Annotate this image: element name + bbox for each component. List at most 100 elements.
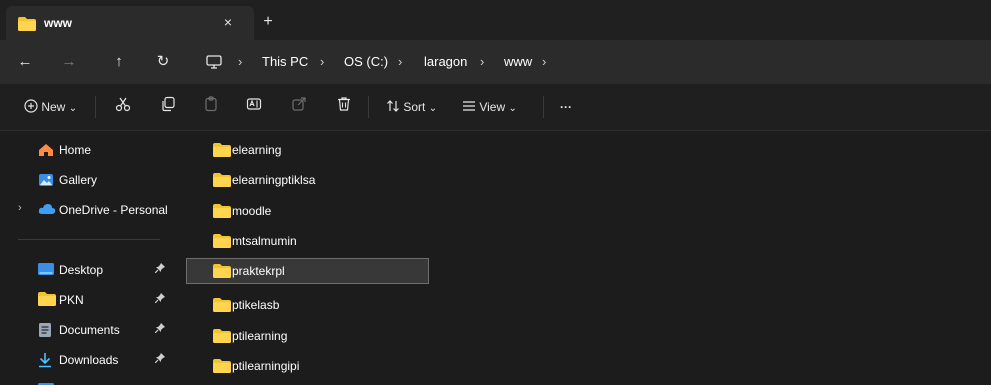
back-button[interactable]: ←: [12, 50, 38, 74]
chevron-down-icon: ⌄: [428, 103, 438, 114]
folder-icon: [213, 298, 231, 315]
folder-icon: [213, 234, 231, 251]
sidebar-item-label: Documents: [59, 323, 120, 337]
list-item[interactable]: ptilearning: [186, 323, 429, 349]
trash-icon: [338, 97, 350, 111]
list-item[interactable]: moodle: [186, 198, 429, 224]
address-bar[interactable]: › This PC › OS (C:) › laragon › www ›: [196, 46, 991, 78]
list-item[interactable]: ptikelasb: [186, 292, 429, 318]
forward-button[interactable]: →: [56, 50, 82, 74]
toolbar-divider: [95, 96, 96, 118]
breadcrumb-www[interactable]: www: [504, 54, 532, 69]
file-name: moodle: [232, 204, 272, 218]
download-icon: [38, 352, 52, 371]
sidebar-item-label: Home: [59, 143, 92, 157]
folder-icon: [18, 17, 36, 34]
more-options-button[interactable]: ···: [560, 96, 572, 118]
pin-icon[interactable]: [154, 323, 165, 336]
list-item-selected[interactable]: praktekrpl: [186, 258, 429, 284]
toolbar-divider: [543, 96, 544, 118]
navigation-pane: Home Gallery › OneDrive - Personal Deskt…: [0, 131, 175, 385]
view-list-icon: [463, 101, 475, 111]
breadcrumb-this-pc[interactable]: This PC: [262, 54, 308, 69]
tab-www[interactable]: www ×: [6, 6, 254, 40]
list-item[interactable]: elearningptiklsa: [186, 167, 429, 193]
rename-button[interactable]: [246, 96, 262, 118]
sidebar-item-label: OneDrive - Personal: [59, 203, 168, 217]
cloud-icon: [38, 202, 56, 219]
sidebar-item-label: PKN: [59, 293, 84, 307]
folder-icon: [213, 329, 231, 346]
scissors-icon: [115, 97, 131, 112]
sidebar-item-desktop[interactable]: Desktop: [0, 258, 175, 282]
sidebar-item-documents[interactable]: Documents: [0, 318, 175, 342]
chevron-down-icon: ⌄: [508, 103, 517, 114]
sidebar-divider: [18, 239, 160, 240]
list-item[interactable]: ptilearningipi: [186, 353, 429, 379]
desktop-icon: [38, 262, 54, 279]
clipboard-icon: [205, 96, 217, 112]
pin-icon[interactable]: [154, 263, 165, 276]
chevron-down-icon: ⌄: [68, 103, 78, 114]
file-name: ptilearningipi: [232, 359, 300, 373]
delete-button[interactable]: [336, 96, 352, 118]
list-item[interactable]: mtsalmumin: [186, 228, 429, 254]
file-name: ptilearning: [232, 329, 288, 343]
breadcrumb-separator: ›: [542, 54, 547, 69]
view-button[interactable]: View ⌄: [462, 96, 517, 118]
folder-icon: [213, 173, 231, 190]
up-button[interactable]: ↑: [106, 50, 132, 74]
sidebar-item-pkn[interactable]: PKN: [0, 288, 175, 312]
home-icon: [38, 142, 54, 161]
breadcrumb-laragon[interactable]: laragon: [424, 54, 467, 69]
folder-icon: [213, 204, 231, 221]
document-icon: [38, 322, 52, 341]
pin-icon[interactable]: [154, 353, 165, 366]
folder-icon: [213, 143, 231, 160]
sidebar-item-downloads[interactable]: Downloads: [0, 348, 175, 372]
cut-button[interactable]: [115, 96, 131, 118]
command-toolbar: New ⌄ Sort ⌄ View ⌄ ···: [0, 84, 991, 131]
plus-circle-icon: [24, 99, 38, 113]
sidebar-item-label: Desktop: [59, 263, 104, 277]
copy-button[interactable]: [160, 96, 176, 118]
folder-icon: [213, 264, 231, 281]
new-label: New: [41, 100, 66, 114]
share-icon: [292, 97, 306, 111]
tab-title: www: [44, 16, 73, 30]
close-tab-button[interactable]: ×: [218, 12, 238, 32]
breadcrumb-separator: ›: [320, 54, 325, 69]
sort-icon: [387, 100, 399, 112]
sidebar-item-onedrive[interactable]: › OneDrive - Personal: [0, 198, 175, 222]
folder-icon: [38, 292, 56, 309]
sidebar-item-home[interactable]: Home: [0, 138, 175, 162]
share-button[interactable]: [291, 96, 307, 118]
toolbar-divider: [368, 96, 369, 118]
file-name: mtsalmumin: [232, 234, 297, 248]
breadcrumb-separator: ›: [398, 54, 403, 69]
new-tab-button[interactable]: +: [258, 12, 278, 32]
chevron-right-icon[interactable]: ›: [18, 202, 22, 214]
gallery-icon: [38, 172, 54, 191]
title-bar: www × +: [0, 0, 991, 40]
copy-icon: [162, 96, 175, 112]
pin-icon[interactable]: [154, 293, 165, 306]
list-item[interactable]: elearning: [186, 137, 429, 163]
sidebar-item-label: Gallery: [59, 173, 98, 187]
refresh-button[interactable]: ↻: [150, 50, 176, 74]
paste-button[interactable]: [203, 96, 219, 118]
folder-icon: [213, 359, 231, 376]
navigation-bar: ← → ↑ ↻ › This PC › OS (C:) › laragon › …: [0, 40, 991, 84]
breadcrumb-os-c[interactable]: OS (C:): [344, 54, 388, 69]
breadcrumb-separator: ›: [480, 54, 485, 69]
sidebar-item-gallery[interactable]: Gallery: [0, 168, 175, 192]
monitor-icon: [206, 55, 222, 72]
file-name: ptikelasb: [232, 298, 280, 312]
sidebar-item-label: Downloads: [59, 353, 119, 367]
view-label: View: [479, 100, 506, 114]
new-button[interactable]: New ⌄: [24, 96, 77, 118]
sort-button[interactable]: Sort ⌄: [386, 96, 437, 118]
breadcrumb-separator: ›: [238, 54, 243, 69]
file-list: elearning elearningptiklsa moodle mtsalm…: [176, 131, 991, 385]
sidebar-item-partial[interactable]: [0, 379, 175, 385]
